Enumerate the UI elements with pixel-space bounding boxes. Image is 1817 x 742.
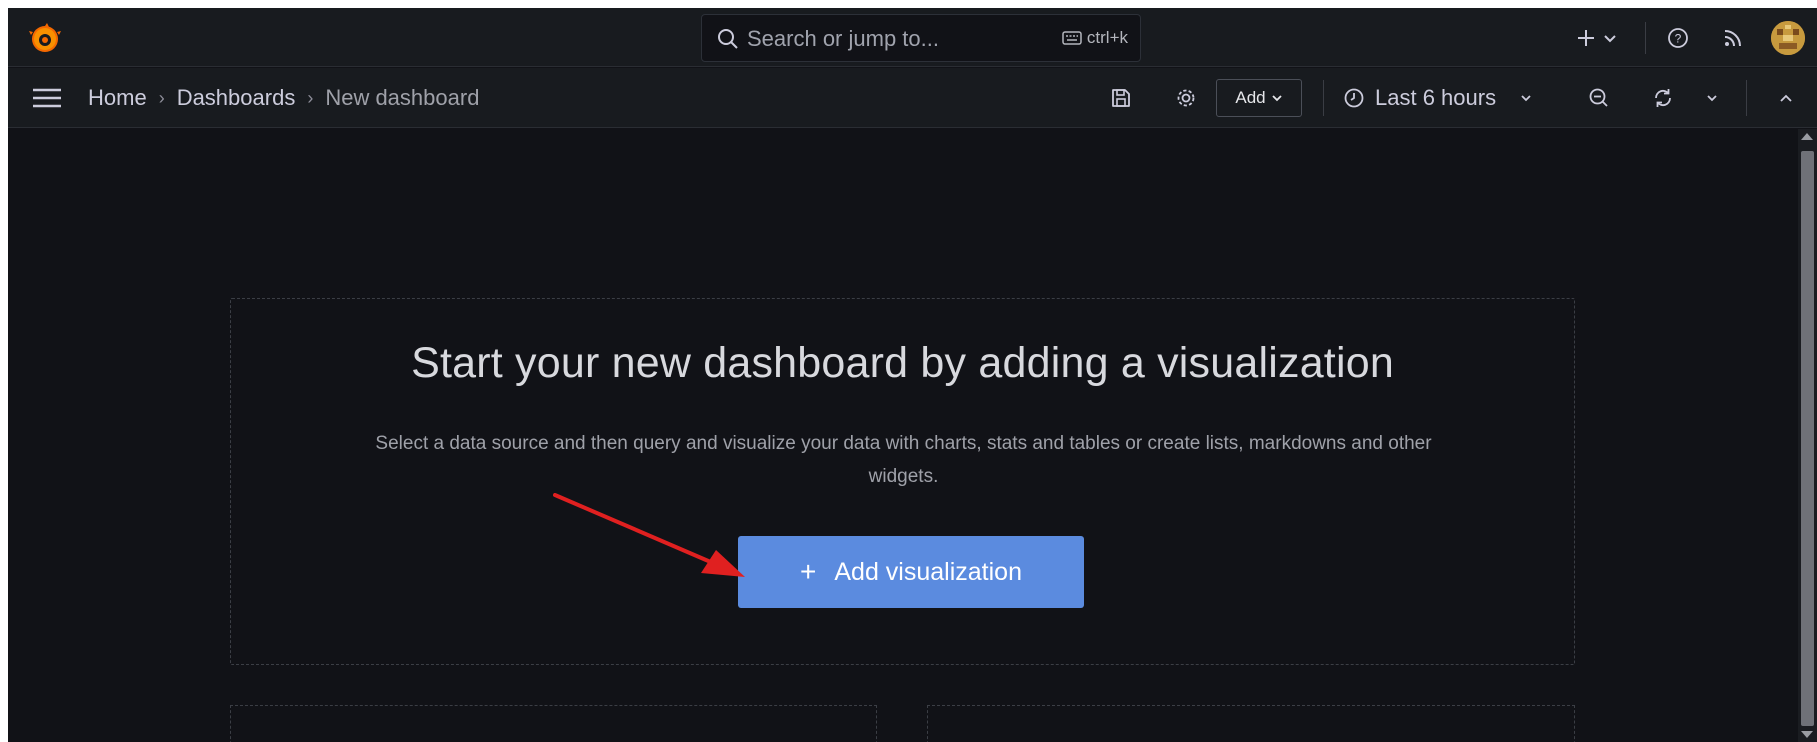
help-icon[interactable]: ? bbox=[1665, 25, 1691, 51]
plus-icon: + bbox=[800, 556, 817, 587]
grafana-logo-icon[interactable] bbox=[28, 22, 62, 56]
chevron-up-icon[interactable] bbox=[1776, 85, 1796, 111]
placeholder-panel bbox=[230, 705, 877, 742]
add-visualization-label: Add visualization bbox=[834, 557, 1022, 586]
menu-icon[interactable] bbox=[30, 86, 64, 110]
search-icon bbox=[718, 29, 738, 49]
placeholder-panel bbox=[927, 705, 1575, 742]
grafana-window: Search or jump to... ctrl+k ? Home › Das… bbox=[8, 8, 1817, 742]
avatar[interactable] bbox=[1771, 21, 1805, 55]
scrollbar[interactable] bbox=[1798, 129, 1817, 742]
breadcrumb-current: New dashboard bbox=[325, 85, 480, 110]
breadcrumb-separator: › bbox=[158, 87, 165, 108]
divider bbox=[1746, 80, 1747, 116]
add-visualization-button[interactable]: + Add visualization bbox=[738, 536, 1084, 608]
add-button[interactable]: Add bbox=[1216, 79, 1302, 117]
search-shortcut-label: ctrl+k bbox=[1086, 28, 1128, 47]
breadcrumb-separator: › bbox=[307, 87, 314, 108]
annotation-arrow bbox=[553, 493, 745, 577]
empty-state-title: Start your new dashboard by adding a vis… bbox=[411, 339, 1394, 387]
plus-icon[interactable] bbox=[1573, 25, 1599, 51]
time-range-label: Last 6 hours bbox=[1375, 85, 1497, 110]
chevron-down-icon[interactable] bbox=[1602, 25, 1618, 51]
breadcrumb: Home › Dashboards › New dashboard bbox=[88, 85, 479, 111]
refresh-icon[interactable] bbox=[1650, 85, 1676, 111]
dashboard-nav-bar: Home › Dashboards › New dashboard Add La… bbox=[8, 68, 1817, 128]
scrollbar-thumb[interactable] bbox=[1801, 151, 1814, 726]
chevron-down-icon[interactable] bbox=[1704, 85, 1720, 111]
keyboard-icon bbox=[1062, 31, 1082, 45]
rss-icon[interactable] bbox=[1720, 25, 1746, 51]
chevron-down-icon bbox=[1271, 95, 1282, 102]
svg-text:?: ? bbox=[1675, 32, 1682, 46]
breadcrumb-dashboards[interactable]: Dashboards bbox=[177, 85, 296, 111]
clock-icon bbox=[1344, 88, 1364, 108]
divider bbox=[1323, 80, 1324, 116]
divider bbox=[1645, 22, 1646, 54]
scroll-down-arrow[interactable] bbox=[1801, 731, 1813, 738]
breadcrumb-home[interactable]: Home bbox=[88, 85, 147, 111]
scroll-up-arrow[interactable] bbox=[1801, 133, 1813, 140]
gear-icon[interactable] bbox=[1173, 85, 1199, 111]
add-button-label: Add bbox=[1235, 88, 1266, 107]
top-bar: Search or jump to... ctrl+k ? bbox=[8, 8, 1817, 67]
save-icon[interactable] bbox=[1108, 85, 1134, 111]
empty-dashboard-panel: Start your new dashboard by adding a vis… bbox=[230, 298, 1575, 665]
zoom-out-icon[interactable] bbox=[1586, 85, 1612, 111]
time-range-picker[interactable]: Last 6 hours bbox=[1343, 83, 1534, 113]
chevron-down-icon bbox=[1521, 95, 1531, 102]
empty-state-description: Select a data source and then query and … bbox=[375, 433, 1432, 487]
search-input[interactable]: Search or jump to... ctrl+k bbox=[701, 14, 1141, 62]
search-shortcut: ctrl+k bbox=[1062, 28, 1128, 48]
search-placeholder: Search or jump to... bbox=[747, 26, 939, 51]
